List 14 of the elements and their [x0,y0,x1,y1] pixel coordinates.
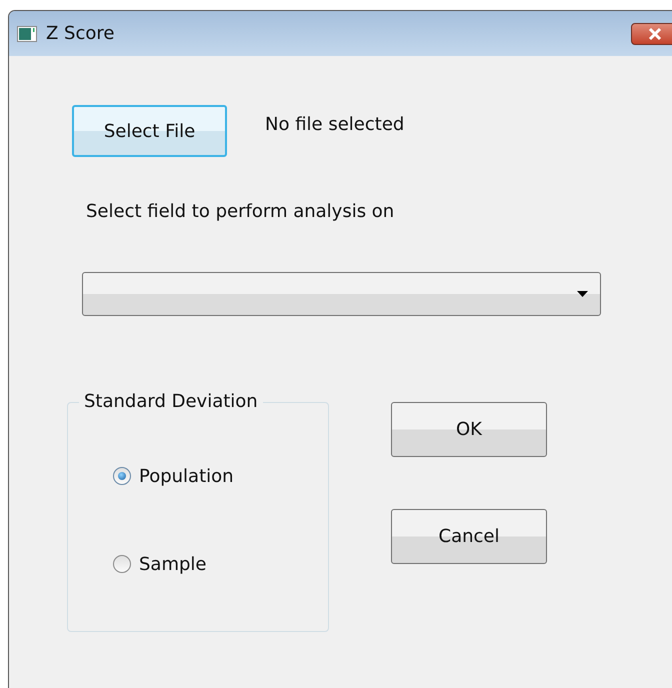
cancel-button[interactable]: Cancel [391,509,547,564]
ok-button[interactable]: OK [391,402,547,457]
radio-label[interactable]: Population [139,466,234,486]
field-dropdown[interactable] [82,272,601,316]
window-icon [17,26,37,42]
select-file-button[interactable]: Select File [72,105,227,157]
window-title: Z Score [46,23,114,44]
radio-button[interactable] [113,555,131,573]
caret-icon [577,291,588,297]
field-label: Select field to perform analysis on [86,201,396,222]
radio-button[interactable] [113,467,131,485]
close-button[interactable] [631,22,672,44]
file-status-label: No file selected [265,114,404,134]
radio-label[interactable]: Sample [139,554,206,574]
